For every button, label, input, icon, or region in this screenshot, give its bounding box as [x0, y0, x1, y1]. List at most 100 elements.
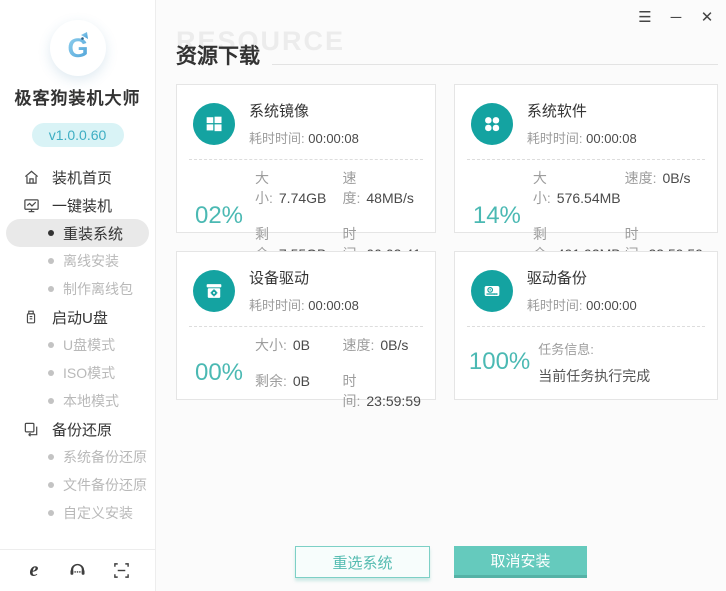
stat-label: 大小: [533, 170, 551, 206]
ie-browser-icon[interactable]: e [24, 561, 44, 581]
page-title: 资源下载 [176, 40, 260, 70]
task-info-value: 当前任务执行完成 [538, 368, 650, 384]
backup-restore-icon [22, 420, 40, 438]
sidebar-footer: e [0, 549, 155, 591]
card-title: 驱动备份 [527, 267, 637, 288]
stat-label: 速度: [343, 337, 375, 353]
drive-backup-icon [471, 270, 513, 312]
title-divider [272, 64, 718, 65]
sidebar-item-file-backup-restore[interactable]: 文件备份还原 [0, 471, 155, 499]
sidebar-item-usb-mode[interactable]: U盘模式 [0, 331, 155, 359]
reselect-system-button[interactable]: 重选系统 [295, 546, 430, 578]
stat-label: 时间: [343, 373, 361, 409]
usb-drive-icon [22, 308, 40, 326]
bullet-icon [48, 454, 54, 460]
stat-label: 剩余: [255, 373, 287, 389]
sidebar-menu: 装机首页 一键装机 重装系统 离线安装 [0, 163, 155, 527]
window-controls: ☰ ─ ✕ [636, 9, 716, 27]
sidebar-item-home[interactable]: 装机首页 [0, 163, 155, 191]
card-device-driver: 设备驱动 耗时时间: 00:00:08 00% 大小:0B 速度:0B/s 剩余… [176, 251, 436, 400]
progress-percent: 00% [191, 359, 247, 387]
sidebar-item-label: 备份还原 [52, 419, 112, 440]
sidebar-item-system-backup-restore[interactable]: 系统备份还原 [0, 443, 155, 471]
elapsed-value: 00:00:08 [308, 131, 359, 146]
bullet-icon [48, 230, 54, 236]
elapsed-label: 耗时时间: [249, 131, 305, 146]
stat-value: 0B/s [663, 170, 691, 186]
customer-service-icon[interactable] [68, 561, 88, 581]
device-driver-icon [193, 270, 235, 312]
stat-value: 48MB/s [366, 190, 413, 206]
stat-label: 大小: [255, 170, 273, 206]
bullet-icon [48, 398, 54, 404]
sidebar-item-label: 启动U盘 [52, 307, 108, 328]
sidebar: G 极客狗装机大师 v1.0.0.60 装机首页 [0, 0, 156, 591]
bullet-icon [48, 482, 54, 488]
progress-percent: 02% [191, 202, 247, 230]
sidebar-item-iso-mode[interactable]: ISO模式 [0, 359, 155, 387]
sidebar-item-make-offline-pack[interactable]: 制作离线包 [0, 275, 155, 303]
progress-percent: 14% [469, 202, 525, 230]
sidebar-item-offline-install[interactable]: 离线安装 [0, 247, 155, 275]
home-icon [22, 168, 40, 186]
sidebar-item-label: 制作离线包 [63, 279, 133, 299]
sidebar-item-custom-install[interactable]: 自定义安装 [0, 499, 155, 527]
elapsed-label: 耗时时间: [527, 298, 583, 313]
progress-percent: 100% [469, 348, 530, 376]
stat-value: 0B [293, 373, 310, 389]
app-window: G 极客狗装机大师 v1.0.0.60 装机首页 [0, 0, 726, 591]
stat-value: 7.74GB [279, 190, 326, 206]
stat-value: 0B [293, 337, 310, 353]
elapsed-value: 00:00:08 [308, 298, 359, 313]
bullet-icon [48, 370, 54, 376]
bullet-icon [48, 510, 54, 516]
bullet-icon [48, 342, 54, 348]
card-system-image: 系统镜像 耗时时间: 00:00:08 02% 大小:7.74GB 速度:48M… [176, 84, 436, 233]
menu-icon[interactable]: ☰ [636, 9, 654, 27]
sidebar-item-one-key-install[interactable]: 一键装机 [0, 191, 155, 219]
app-logo-icon: G [50, 20, 106, 76]
apps-icon [471, 103, 513, 145]
bullet-icon [48, 286, 54, 292]
logo: G [0, 20, 155, 76]
svg-text:G: G [67, 33, 88, 63]
stat-label: 大小: [255, 337, 287, 353]
close-icon[interactable]: ✕ [698, 9, 716, 27]
sidebar-item-label: 装机首页 [52, 167, 112, 188]
card-title: 设备驱动 [249, 267, 359, 288]
sidebar-item-label: ISO模式 [63, 363, 115, 383]
card-title: 系统软件 [527, 100, 637, 121]
sidebar-item-boot-usb[interactable]: 启动U盘 [0, 303, 155, 331]
version-badge: v1.0.0.60 [32, 123, 124, 147]
sidebar-item-local-mode[interactable]: 本地模式 [0, 387, 155, 415]
action-buttons: 重选系统 取消安装 [156, 546, 726, 578]
task-info-label: 任务信息: [538, 339, 703, 358]
elapsed-label: 耗时时间: [527, 131, 583, 146]
elapsed-value: 00:00:00 [586, 298, 637, 313]
minimize-icon[interactable]: ─ [667, 9, 685, 27]
monitor-icon [22, 196, 40, 214]
card-driver-backup: 驱动备份 耗时时间: 00:00:00 100% 任务信息: 当前任务执行完成 [454, 251, 718, 400]
sidebar-item-backup-restore[interactable]: 备份还原 [0, 415, 155, 443]
page-header: RESOURCE 资源下载 [176, 26, 718, 74]
elapsed-value: 00:00:08 [586, 131, 637, 146]
sidebar-item-label: 重装系统 [63, 223, 123, 244]
cancel-install-button[interactable]: 取消安装 [454, 546, 587, 578]
sidebar-item-label: 文件备份还原 [63, 475, 147, 495]
sidebar-item-label: U盘模式 [63, 335, 115, 355]
download-cards: 系统镜像 耗时时间: 00:00:08 02% 大小: 7.74GB 速度: 48M… [176, 84, 718, 400]
card-system-software: 系统软件 耗时时间: 00:00:08 14% 大小: 576.54MB 速度: 0… [454, 84, 718, 233]
stat-value: 23:59:59 [366, 393, 421, 409]
stat-value: 576.54MB [557, 190, 621, 206]
scan-qr-icon[interactable] [111, 561, 131, 581]
app-name: 极客狗装机大师 [0, 84, 155, 109]
sidebar-item-label: 一键装机 [52, 195, 112, 216]
bullet-icon [48, 258, 54, 264]
sidebar-item-label: 离线安装 [63, 251, 119, 271]
stat-label: 速度: [625, 170, 657, 186]
stat-value: 0B/s [380, 337, 408, 353]
sidebar-item-label: 系统备份还原 [63, 447, 147, 467]
windows-icon [193, 103, 235, 145]
card-title: 系统镜像 [249, 100, 359, 121]
sidebar-item-reinstall-system[interactable]: 重装系统 [6, 219, 149, 247]
